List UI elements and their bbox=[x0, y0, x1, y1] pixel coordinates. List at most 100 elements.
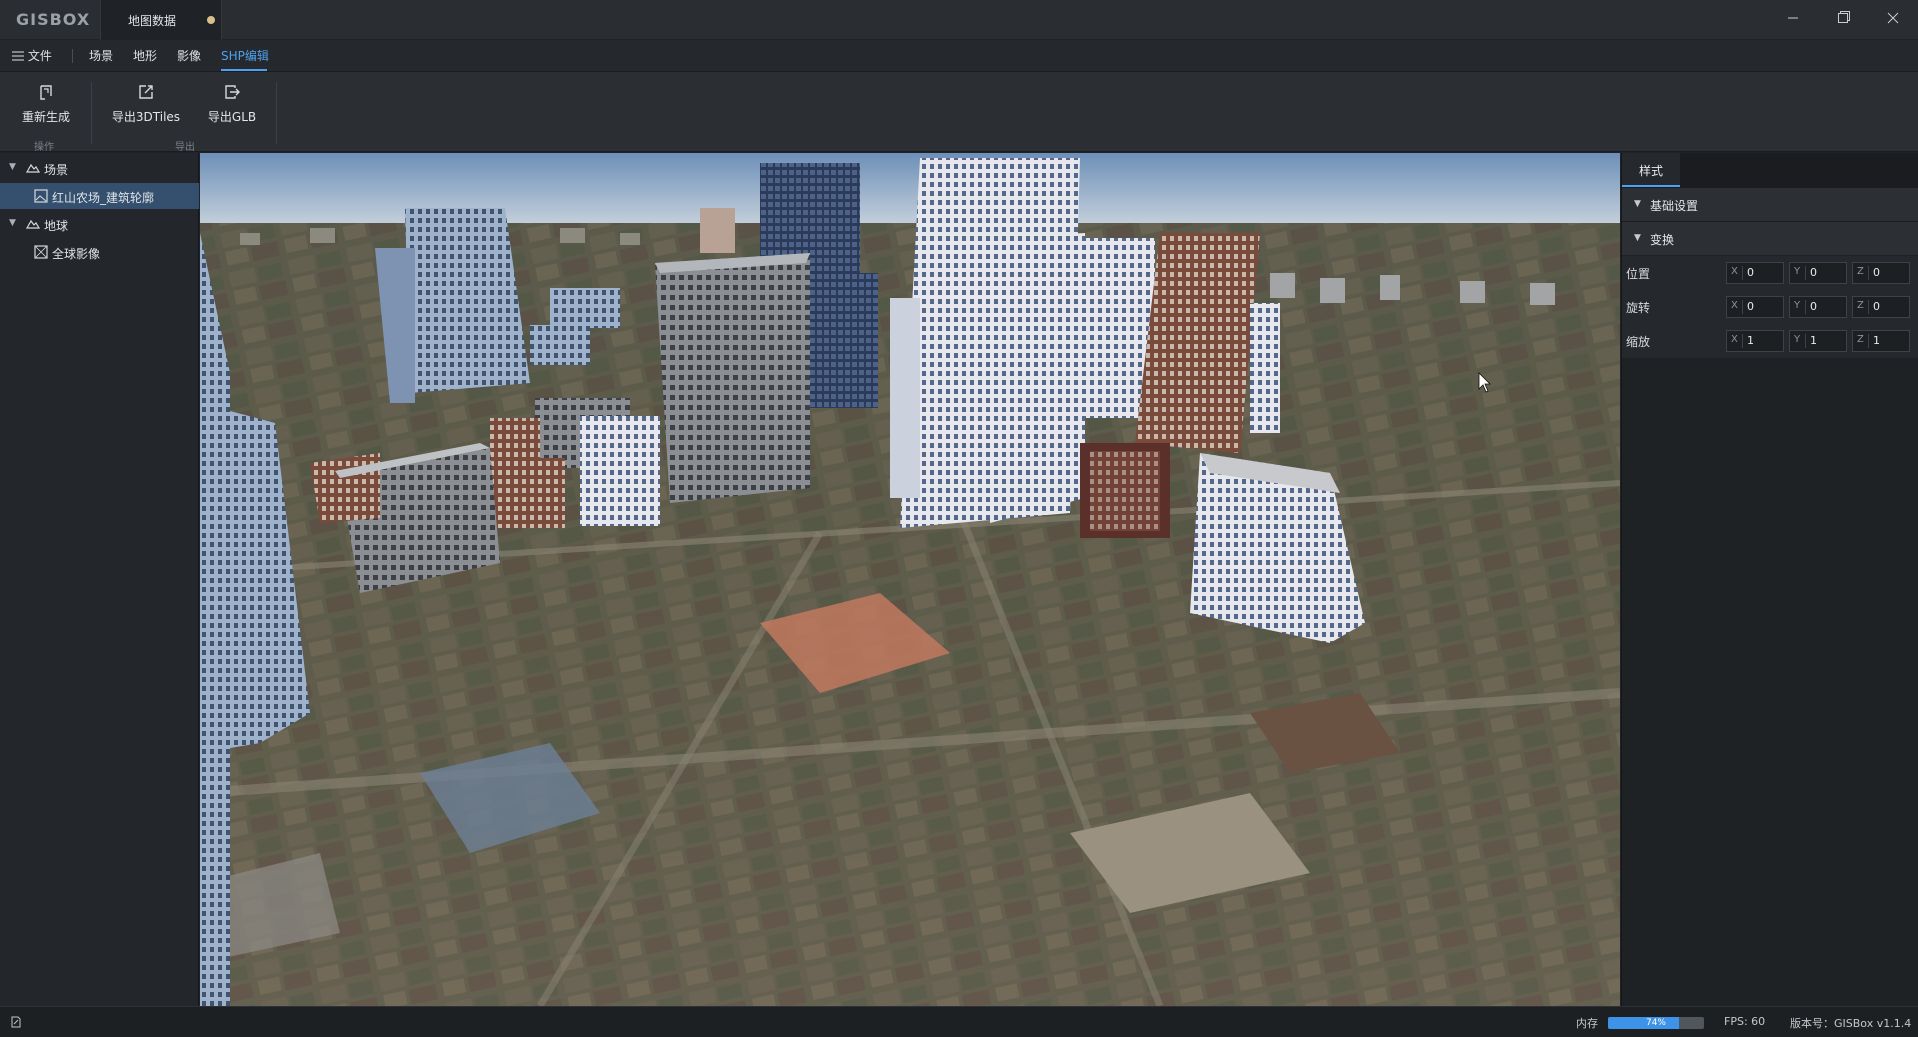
axis-x-label: X bbox=[1731, 300, 1738, 311]
scale-x-input[interactable]: X 1 bbox=[1726, 330, 1784, 352]
properties-panel: 样式 ▼ 基础设置 ▼ 变换 位置 X 0 Y 0 Z 0 旋转 X 0 Y 0… bbox=[1621, 153, 1918, 1006]
menu-scene[interactable]: 场景 bbox=[89, 47, 113, 64]
axis-separator bbox=[1805, 300, 1806, 314]
position-y-value: 0 bbox=[1810, 266, 1817, 279]
operate-group-label: 操作 bbox=[34, 142, 54, 153]
rotation-label: 旋转 bbox=[1626, 301, 1651, 315]
rotation-x-value: 0 bbox=[1747, 300, 1754, 313]
scale-z-input[interactable]: Z 1 bbox=[1852, 330, 1910, 352]
tree-label-earth: 地球 bbox=[44, 219, 69, 233]
rotation-z-input[interactable]: Z 0 bbox=[1852, 296, 1910, 318]
file-menu-label: 文件 bbox=[27, 49, 52, 63]
earth-icon bbox=[26, 219, 40, 229]
axis-separator bbox=[1868, 266, 1869, 280]
axis-separator bbox=[1805, 334, 1806, 348]
caret-down-icon: ▼ bbox=[1634, 233, 1641, 243]
scale-row: 缩放 X 1 Y 1 Z 1 bbox=[1622, 324, 1918, 358]
version-text: 版本号：GISBox v1.1.4 bbox=[1790, 1017, 1912, 1030]
document-edit-icon[interactable] bbox=[10, 1016, 22, 1028]
scene-icon bbox=[26, 163, 40, 173]
file-menu[interactable]: 文件 bbox=[12, 47, 52, 64]
scale-z-value: 1 bbox=[1873, 334, 1880, 347]
menu-divider bbox=[72, 49, 73, 63]
minimize-icon bbox=[1788, 17, 1798, 19]
rotation-y-input[interactable]: Y 0 bbox=[1789, 296, 1847, 318]
rotation-row: 旋转 X 0 Y 0 Z 0 bbox=[1622, 290, 1918, 324]
fps-readout: FPS: 60 bbox=[1724, 1015, 1766, 1028]
ribbon-separator bbox=[91, 82, 92, 144]
hamburger-icon bbox=[12, 51, 24, 61]
tree-node-scene[interactable]: ▼ 场景 bbox=[0, 155, 199, 181]
axis-y-label: Y bbox=[1794, 300, 1801, 311]
document-tab[interactable]: 地图数据 bbox=[100, 0, 222, 40]
memory-percent: 74% bbox=[1645, 1018, 1666, 1028]
tree-node-building-layer[interactable]: 红山农场_建筑轮廓 bbox=[0, 183, 199, 209]
axis-y-label: Y bbox=[1794, 334, 1801, 345]
panel-tab-bar: 样式 bbox=[1622, 153, 1918, 187]
position-x-value: 0 bbox=[1747, 266, 1754, 279]
restore-icon bbox=[1838, 11, 1850, 23]
export-glb-button[interactable]: 导出GLB bbox=[204, 82, 260, 125]
city-3d-scene bbox=[200, 153, 1620, 1006]
layer-image-icon bbox=[34, 189, 48, 203]
axis-z-label: Z bbox=[1857, 334, 1864, 345]
axis-x-label: X bbox=[1731, 266, 1738, 277]
ribbon-separator bbox=[276, 82, 277, 144]
scale-label: 缩放 bbox=[1626, 335, 1651, 349]
position-row: 位置 X 0 Y 0 Z 0 bbox=[1622, 256, 1918, 290]
axis-z-label: Z bbox=[1857, 266, 1864, 277]
tab-style[interactable]: 样式 bbox=[1622, 153, 1680, 187]
status-bar: 内存 74% FPS: 60 版本号：GISBox v1.1.4 bbox=[0, 1006, 1918, 1037]
memory-label: 内存 bbox=[1576, 1017, 1598, 1030]
caret-down-icon[interactable]: ▼ bbox=[9, 218, 16, 228]
scale-y-value: 1 bbox=[1810, 334, 1817, 347]
axis-separator bbox=[1868, 300, 1869, 314]
active-menu-indicator bbox=[221, 69, 267, 71]
export-file-icon bbox=[225, 85, 240, 99]
axis-separator bbox=[1742, 300, 1743, 314]
regenerate-button[interactable]: 重新生成 bbox=[20, 82, 72, 125]
axis-separator bbox=[1742, 266, 1743, 280]
position-z-value: 0 bbox=[1873, 266, 1880, 279]
regenerate-icon bbox=[40, 85, 52, 100]
caret-down-icon[interactable]: ▼ bbox=[9, 162, 16, 172]
position-label: 位置 bbox=[1626, 267, 1651, 281]
export-group-label: 导出 bbox=[175, 142, 195, 153]
close-icon bbox=[1887, 12, 1899, 24]
title-bar: GISBOX 地图数据 bbox=[0, 0, 1918, 40]
basic-settings-section[interactable]: ▼ 基础设置 bbox=[1622, 187, 1918, 221]
restore-button[interactable] bbox=[1831, 8, 1857, 32]
app-logo: GISBOX bbox=[16, 10, 91, 29]
menu-bar: 文件 场景 地形 影像 SHP编辑 bbox=[0, 40, 1918, 72]
axis-z-label: Z bbox=[1857, 300, 1864, 311]
transform-label: 变换 bbox=[1650, 233, 1675, 247]
position-x-input[interactable]: X 0 bbox=[1726, 262, 1784, 284]
tree-node-earth[interactable]: ▼ 地球 bbox=[0, 211, 199, 237]
export-icon bbox=[139, 85, 153, 99]
memory-progress-bar: 74% bbox=[1608, 1017, 1704, 1029]
axis-x-label: X bbox=[1731, 334, 1738, 345]
rotation-x-input[interactable]: X 0 bbox=[1726, 296, 1784, 318]
close-button[interactable] bbox=[1880, 8, 1906, 32]
tree-node-global-imagery[interactable]: 全球影像 bbox=[0, 239, 199, 265]
tree-label-building-layer: 红山农场_建筑轮廓 bbox=[52, 191, 155, 205]
tree-label-scene: 场景 bbox=[44, 163, 69, 177]
unsaved-indicator bbox=[207, 16, 215, 24]
position-z-input[interactable]: Z 0 bbox=[1852, 262, 1910, 284]
scale-x-value: 1 bbox=[1747, 334, 1754, 347]
menu-imagery[interactable]: 影像 bbox=[177, 47, 201, 64]
export-3dtiles-button[interactable]: 导出3DTiles bbox=[110, 82, 182, 125]
menu-shp-edit[interactable]: SHP编辑 bbox=[221, 47, 269, 64]
imagery-icon bbox=[34, 245, 48, 259]
position-y-input[interactable]: Y 0 bbox=[1789, 262, 1847, 284]
minimize-button[interactable] bbox=[1780, 8, 1806, 32]
scale-y-input[interactable]: Y 1 bbox=[1789, 330, 1847, 352]
layer-tree: ▼ 场景 红山农场_建筑轮廓 ▼ 地球 全球影像 bbox=[0, 153, 199, 1006]
menu-terrain[interactable]: 地形 bbox=[133, 47, 157, 64]
map-3d-viewport[interactable] bbox=[200, 153, 1620, 1006]
transform-section[interactable]: ▼ 变换 bbox=[1622, 221, 1918, 255]
regenerate-label: 重新生成 bbox=[21, 110, 70, 124]
tab-style-label: 样式 bbox=[1639, 164, 1664, 178]
basic-settings-label: 基础设置 bbox=[1650, 199, 1699, 213]
axis-separator bbox=[1805, 266, 1806, 280]
